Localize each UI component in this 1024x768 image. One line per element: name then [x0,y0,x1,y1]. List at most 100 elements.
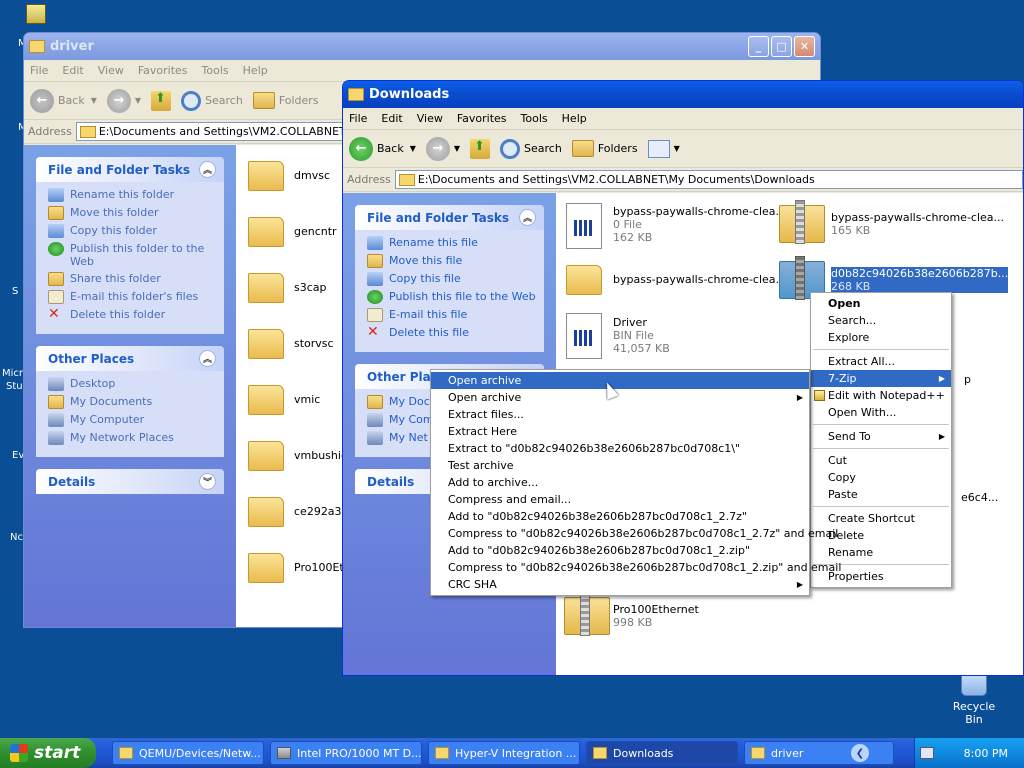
task-share-folder[interactable]: Share this folder [48,272,216,286]
taskbar-item-driver[interactable]: driver [744,741,894,765]
zip-folder-icon[interactable] [779,200,825,244]
menu-tools[interactable]: Tools [202,64,229,77]
taskbar-item-intel[interactable]: Intel PRO/1000 MT D... [270,741,422,765]
menu-edit[interactable]: Edit [381,112,402,125]
taskbar-item-hyperv[interactable]: Hyper-V Integration ... [428,741,580,765]
tray-expand-icon[interactable]: ❮ [851,744,869,762]
folder-icon[interactable] [248,497,284,527]
menu-view[interactable]: View [417,112,443,125]
file-item-label[interactable]: Driver BIN File 41,057 KB [613,316,670,355]
submenu-compress-zip-email[interactable]: Compress to "d0b82c94026b38e2606b287bc0d… [431,559,841,576]
taskbar-item-qemu[interactable]: QEMU/Devices/Netw... [112,741,264,765]
forward-button[interactable]: → ▼ [106,88,141,113]
submenu-crc-sha[interactable]: CRC SHA ▶ [431,576,809,593]
submenu-test-archive[interactable]: Test archive [431,457,809,474]
menu-open-with[interactable]: Open With... [811,404,951,421]
folders-button[interactable]: Folders [571,140,638,157]
folder-name[interactable]: vmic [294,393,320,406]
task-publish-file[interactable]: Publish this file to the Web [367,290,536,304]
collapse-chevron-icon[interactable]: ︽ [519,209,536,226]
folder-icon[interactable] [248,553,284,583]
panel-header[interactable]: Details ︾ [36,469,224,494]
menu-copy[interactable]: Copy [811,469,951,486]
menu-paste[interactable]: Paste [811,486,951,503]
menu-file[interactable]: File [349,112,367,125]
file-item-label[interactable]: Pro100Ethernet 998 KB [613,603,699,629]
folder-icon[interactable] [248,441,284,471]
folder-name[interactable]: dmvsc [294,169,330,182]
menu-help[interactable]: Help [243,64,268,77]
desktop-icon[interactable] [26,4,46,24]
start-button[interactable]: start [0,738,96,768]
task-delete-folder[interactable]: ✕ Delete this folder [48,307,216,322]
taskbar-item-downloads[interactable]: Downloads [586,741,738,765]
submenu-open-archive-more[interactable]: Open archive ▶ [431,389,809,406]
forward-button[interactable]: → ▼ [425,136,460,161]
keyboard-icon[interactable] [919,747,934,759]
menu-send-to[interactable]: Send To ▶ [811,428,951,445]
search-button[interactable]: Search [500,138,562,159]
menu-edit[interactable]: Edit [62,64,83,77]
address-field[interactable]: E:\Documents and Settings\VM2.COLLABNET\… [394,170,1023,189]
downloads-titlebar[interactable]: Downloads [343,81,1023,108]
folder-icon[interactable] [248,329,284,359]
task-publish-folder[interactable]: Publish this folder to the Web [48,242,216,268]
task-email-file[interactable]: E-mail this file [367,308,536,322]
up-button[interactable] [470,138,491,159]
driver-titlebar[interactable]: driver _ □ ✕ [24,33,820,60]
task-delete-file[interactable]: ✕ Delete this file [367,325,536,340]
place-my-documents[interactable]: My Documents [48,395,216,409]
search-button[interactable]: Search [181,90,243,111]
menu-edit-notepadpp[interactable]: Edit with Notepad++ [811,387,951,404]
task-copy-folder[interactable]: Copy this folder [48,224,216,238]
close-button[interactable]: ✕ [794,36,815,57]
back-button[interactable]: ← Back ▼ [30,88,97,113]
task-copy-file[interactable]: Copy this file [367,272,536,286]
up-button[interactable] [151,90,172,111]
menu-cut[interactable]: Cut [811,452,951,469]
minimize-button[interactable]: _ [748,36,769,57]
panel-header[interactable]: File and Folder Tasks ︽ [355,205,544,230]
task-rename-file[interactable]: Rename this file [367,236,536,250]
views-button[interactable]: ▼ [647,139,680,158]
file-item-label[interactable]: bypass-paywalls-chrome-clea... [613,273,786,286]
file-item-label[interactable]: bypass-paywalls-chrome-clea... 0 File 162 … [613,205,786,244]
zip-folder-icon[interactable] [564,592,610,636]
folder-name[interactable]: vmbushid [294,449,348,462]
folder-icon[interactable] [248,161,284,191]
menu-file[interactable]: File [30,64,48,77]
selected-file-label[interactable]: d0b82c94026b38e2606b287b... 268 KB [831,267,1009,293]
expand-chevron-icon[interactable]: ︾ [199,473,216,490]
menu-search[interactable]: Search... [811,312,951,329]
folder-name[interactable]: s3cap [294,281,327,294]
menu-explore[interactable]: Explore [811,329,951,346]
collapse-chevron-icon[interactable]: ︽ [199,350,216,367]
menu-7zip[interactable]: 7-Zip ▶ [811,370,951,387]
submenu-open-archive[interactable]: Open archive [431,372,809,389]
maximize-button[interactable]: □ [771,36,792,57]
submenu-extract-files[interactable]: Extract files... [431,406,809,423]
submenu-add-to-archive[interactable]: Add to archive... [431,474,809,491]
menu-view[interactable]: View [98,64,124,77]
task-move-folder[interactable]: Move this folder [48,206,216,220]
task-rename-folder[interactable]: Rename this folder [48,188,216,202]
menu-tools[interactable]: Tools [521,112,548,125]
menu-favorites[interactable]: Favorites [138,64,188,77]
file-icon[interactable] [566,313,602,359]
folder-icon[interactable] [566,265,602,295]
folder-icon[interactable] [248,385,284,415]
submenu-extract-to[interactable]: Extract to "d0b82c94026b38e2606b287bc0d7… [431,440,809,457]
panel-header[interactable]: Other Places ︽ [36,346,224,371]
submenu-extract-here[interactable]: Extract Here [431,423,809,440]
place-my-network[interactable]: My Network Places [48,431,216,445]
folder-icon[interactable] [248,217,284,247]
place-desktop[interactable]: Desktop [48,377,216,391]
task-email-folder[interactable]: E-mail this folder's files [48,290,216,304]
menu-rename[interactable]: Rename [811,544,951,561]
collapse-chevron-icon[interactable]: ︽ [199,161,216,178]
menu-create-shortcut[interactable]: Create Shortcut [811,510,951,527]
folder-name[interactable]: storvsc [294,337,334,350]
menu-open[interactable]: Open [811,295,951,312]
submenu-add-to-zip[interactable]: Add to "d0b82c94026b38e2606b287bc0d708c1… [431,542,809,559]
place-my-computer[interactable]: My Computer [48,413,216,427]
